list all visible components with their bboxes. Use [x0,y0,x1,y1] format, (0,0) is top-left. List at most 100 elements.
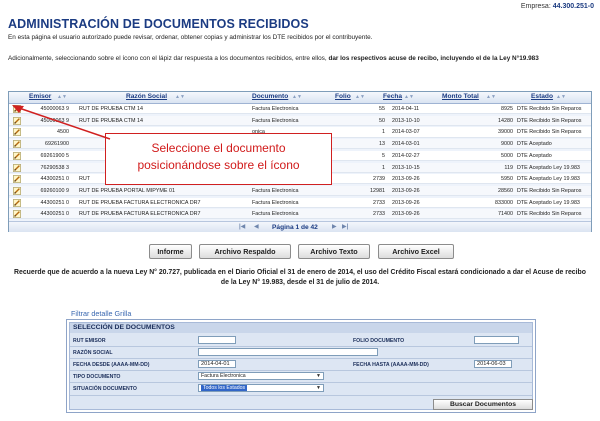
cell-emisor: 44300251 0 [40,199,69,206]
col-documento[interactable]: Documento [252,93,288,100]
col-razon-social[interactable]: Razón Social [126,93,167,100]
cell-emisor: 44300251 0 [40,211,69,218]
cell-fecha: 2013-09-26 [392,199,420,206]
cell-doc: Factura Electronica [252,117,299,124]
fecha-desde-input[interactable]: 2014-04-01 [198,360,236,368]
cell-estado: DTE Aceptado Ley 19.983 [517,176,580,183]
first-page-icon[interactable]: |◀ [239,223,245,230]
cell-monto: 28560 [498,187,513,194]
fecha-hasta-label: FECHA HASTA (AAAA-MM-DD) [353,362,429,368]
empresa-label: Empresa: [520,3,551,10]
rut-emisor-input[interactable] [198,336,236,344]
cell-razon: RUT DE PRUEBA FACTURA ELECTRONICA DR7 [79,199,201,206]
cell-fecha: 2014-02-27 [392,152,420,159]
form-divider [70,395,532,396]
cell-doc: Factura Electronica [252,211,299,218]
cell-estado: DTE Recibido Sin Reparos [517,117,582,124]
cell-fecha: 2013-09-26 [392,176,420,183]
cell-folio: 2733 [373,199,385,206]
cell-estado: DTE Aceptado Ley 19.983 [517,164,580,171]
cell-razon: RUT DE PRUEBA PORTAL MIPYME 01 [79,187,175,194]
cell-monto: 119 [504,164,513,171]
filter-form: SELECCIÓN DE DOCUMENTOS RUT EMISOR FOLIO… [66,319,536,413]
empresa-info: Empresa: 44.300.251-0 [521,3,594,10]
sort-arrows-icon[interactable]: ▲▼ [355,94,365,100]
adicional-plain: Adicionalmente, seleccionando sobre el í… [8,55,329,62]
cell-estado: DTE Aceptado [517,141,552,148]
cell-folio: 2733 [373,211,385,218]
cell-monto: 5000 [501,152,513,159]
cell-folio: 12981 [370,187,385,194]
pencil-edit-icon[interactable] [13,175,21,184]
cell-fecha: 2013-09-26 [392,187,420,194]
callout-arrow-icon [12,105,111,140]
cell-monto: 9000 [501,141,513,148]
sort-arrows-icon[interactable]: ▲▼ [556,94,566,100]
cell-folio: 13 [379,141,385,148]
tipo-documento-label: TIPO DOCUMENTO [73,374,121,380]
pencil-edit-icon[interactable] [13,163,21,172]
col-folio[interactable]: Folio [335,93,351,100]
cell-monto: 5950 [501,176,513,183]
table-row[interactable]: 69260100 9 RUT DE PRUEBA PORTAL MIPYME 01… [9,185,591,197]
table-row[interactable]: 44300251 0 RUT DE PRUEBA FACTURA ELECTRON… [9,197,591,208]
filter-title: SELECCIÓN DE DOCUMENTOS [70,323,532,333]
cell-emisor: 44300251 0 [40,176,69,183]
cell-folio: 1 [382,129,385,136]
pager-label: Página 1 de 42 [272,224,318,231]
ley-notice: Recuerde que de acuerdo a la nueva Ley N… [14,269,586,286]
sort-arrows-icon[interactable]: ▲▼ [292,94,302,100]
chevron-down-icon: ▼ [316,373,321,379]
cell-fecha: 2013-09-26 [392,211,420,218]
col-fecha[interactable]: Fecha [383,93,402,100]
razon-social-input[interactable] [198,348,378,356]
col-estado[interactable]: Estado [531,93,553,100]
cell-emisor: 69260100 9 [40,187,69,194]
prev-page-icon[interactable]: ◀ [254,223,259,230]
cell-fecha: 2013-10-15 [392,164,420,171]
folio-input[interactable] [474,336,519,344]
archivo-respaldo-button[interactable]: Archivo Respaldo [199,244,291,259]
form-divider [70,346,532,347]
pencil-edit-icon[interactable] [13,187,21,195]
cell-folio: 50 [379,117,385,124]
cell-estado: DTE Recibido Sin Reparos [517,211,582,218]
table-row[interactable]: 44300251 0 RUT DE PRUEBA FACTURA ELECTRON… [9,209,591,220]
next-page-icon[interactable]: ▶ [332,223,337,230]
situacion-documento-select[interactable]: Todos los Estados ▼ [198,384,324,392]
situacion-documento-label: SITUACIÓN DOCUMENTO [73,386,137,392]
buscar-documentos-button[interactable]: Buscar Documentos [433,399,533,410]
pencil-edit-icon[interactable] [13,198,21,207]
cell-fecha: 2014-03-07 [392,129,420,136]
form-divider [70,358,532,359]
sort-arrows-icon[interactable]: ▲▼ [486,94,496,100]
fecha-desde-label: FECHA DESDE (AAAA-MM-DD) [73,362,150,368]
filter-form-inner: SELECCIÓN DE DOCUMENTOS RUT EMISOR FOLIO… [69,322,533,410]
tipo-documento-select[interactable]: Factura Electronica ▼ [198,372,324,380]
col-monto-total[interactable]: Monto Total [442,93,479,100]
grid-pager: |◀ ◀ Página 1 de 42 ▶ ▶| [9,221,591,232]
sort-arrows-icon[interactable]: ▲▼ [404,94,414,100]
cell-monto: 14280 [498,117,513,124]
form-divider [70,382,532,383]
cell-estado: DTE Recibido Sin Reparos [517,129,582,136]
situacion-documento-value: Todos los Estados [201,385,248,391]
fecha-hasta-input[interactable]: 2014-06-03 [474,360,512,368]
cell-monto: 8925 [501,106,513,112]
cell-monto: 39000 [498,129,513,136]
archivo-texto-button[interactable]: Archivo Texto [298,244,370,259]
cell-fecha: 2014-04-11 [392,106,420,112]
cell-emisor: 76290538 3 [40,164,69,171]
adicional-text: Adicionalmente, seleccionando sobre el í… [8,54,593,63]
pencil-edit-icon[interactable] [13,210,21,219]
last-page-icon[interactable]: ▶| [342,223,348,230]
informe-button[interactable]: Informe [149,244,192,259]
export-buttons: Informe Archivo Respaldo Archivo Texto A… [0,244,600,260]
sort-arrows-icon[interactable]: ▲▼ [175,94,185,100]
cell-estado: DTE Recibido Sin Reparos [517,187,582,194]
filtrar-link[interactable]: Filtrar detalle Grilla [71,309,131,318]
razon-social-label: RAZÓN SOCIAL [73,350,113,356]
cell-folio: 1 [382,164,385,171]
cell-estado: DTE Aceptado Ley 19.983 [517,199,580,206]
archivo-excel-button[interactable]: Archivo Excel [378,244,454,259]
